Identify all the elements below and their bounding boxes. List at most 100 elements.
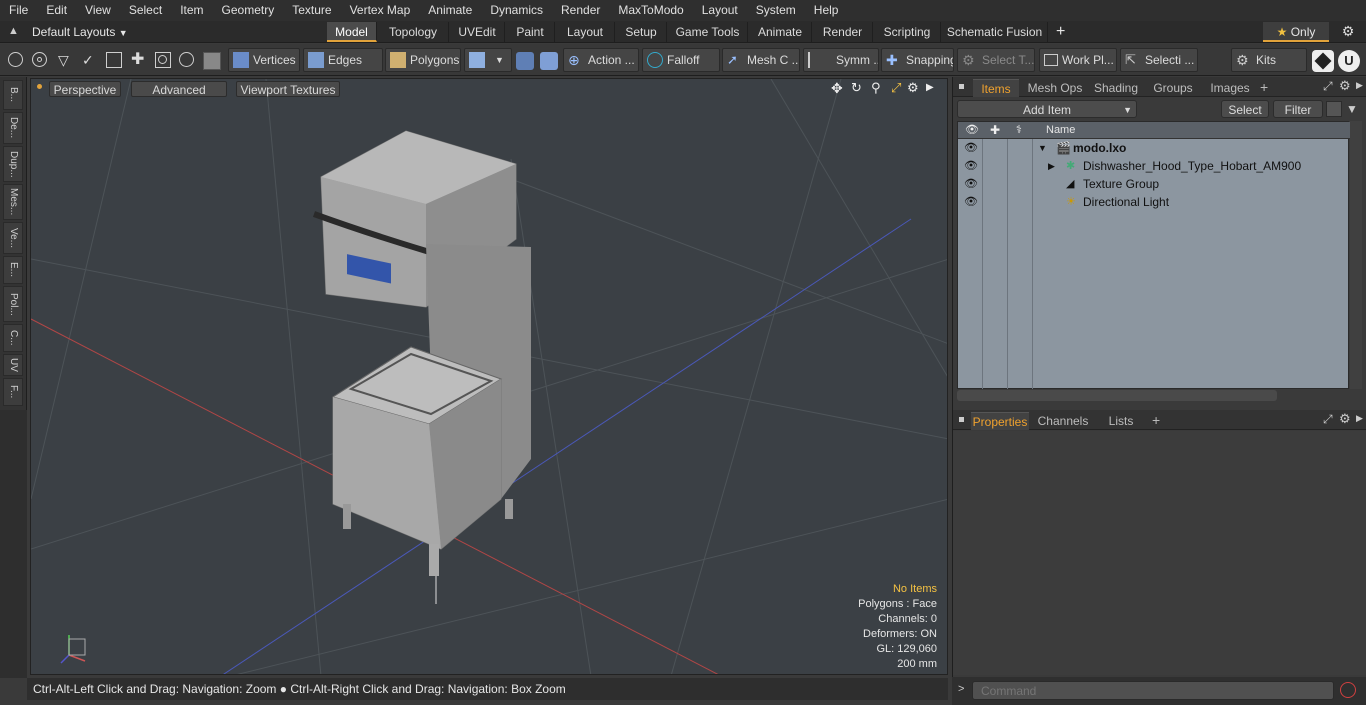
rotate-icon[interactable] [179,52,195,68]
menu-help[interactable]: Help [805,0,848,21]
menu-dynamics[interactable]: Dynamics [481,0,552,21]
zoom-view-icon[interactable]: ⚲ [871,81,885,95]
add-item-button[interactable]: Add Item ▼ [957,100,1137,118]
item-mode-icon[interactable] [203,52,221,70]
left-tab-basic[interactable]: B... [3,80,23,110]
tab-channels[interactable]: Channels [1035,412,1091,430]
tab-schematic-fusion[interactable]: Schematic Fusion [942,22,1048,42]
add-tab-icon[interactable]: + [1056,21,1065,43]
select-through-button[interactable]: ⚙ Select T... [957,48,1035,72]
type-header-icon[interactable]: ⚕ [1016,122,1022,139]
pen-icon[interactable]: ▽ [58,52,72,68]
viewport-gear-icon[interactable]: ⚙ [907,81,921,95]
transform-icon[interactable]: ✚ [131,52,147,68]
menu-render[interactable]: Render [552,0,609,21]
only-toggle[interactable]: ★ Only [1263,22,1329,42]
unity-icon[interactable] [1312,50,1334,72]
tab-topology[interactable]: Topology [378,22,449,42]
polygons-button[interactable]: Polygons [385,48,461,72]
advanced-button[interactable]: Advanced [131,81,227,97]
menu-view[interactable]: View [76,0,120,21]
tab-properties[interactable]: Properties [971,412,1029,430]
name-column-header[interactable]: Name [1046,122,1075,139]
move-view-icon[interactable]: ✥ [831,81,845,95]
eye-icon[interactable]: 👁 [964,193,978,211]
record-icon[interactable] [1340,682,1356,698]
left-tab-mesh-edit[interactable]: Mes... [3,184,23,220]
menu-edit[interactable]: Edit [37,0,76,21]
vertices-button[interactable]: Vertices [228,48,300,72]
tab-mesh-ops[interactable]: Mesh Ops [1023,79,1087,97]
gear-icon[interactable]: ⚙ [1340,23,1356,39]
symmetry-button[interactable]: Symm ... [803,48,879,72]
items-scrollbar[interactable] [1350,121,1362,389]
menu-select[interactable]: Select [120,0,171,21]
view-mode-button[interactable]: Perspective [49,81,121,97]
menu-texture[interactable]: Texture [283,0,340,21]
left-tab-deform[interactable]: De... [3,112,23,144]
tab-animate[interactable]: Animate [749,22,812,42]
3d-viewport[interactable]: Perspective Advanced Viewport Textures ✥… [30,78,948,675]
tab-lists[interactable]: Lists [1099,412,1143,430]
symmetry-shield-icon[interactable] [516,52,534,70]
panel-gear-icon[interactable]: ⚙ [1339,78,1351,94]
menu-system[interactable]: System [747,0,805,21]
kits-button[interactable]: ⚙ Kits [1231,48,1307,72]
items-hscrollbar[interactable] [957,390,1277,401]
eye-icon[interactable]: 👁 [964,157,978,175]
list-item[interactable]: 👁 ▶ ✱ Dishwasher_Hood_Type_Hobart_AM900 [958,157,1350,175]
falloff-button[interactable]: Falloff [642,48,720,72]
menu-animate[interactable]: Animate [419,0,481,21]
tab-images[interactable]: Images [1203,79,1257,97]
globe-icon[interactable] [32,52,48,68]
fit-view-icon[interactable]: ⤢ [891,81,905,95]
eye-icon[interactable]: 👁 [964,139,978,157]
list-item[interactable]: 👁 ◢ Texture Group [958,175,1350,193]
panel-menu-icon[interactable] [959,417,964,422]
menu-item[interactable]: Item [171,0,212,21]
action-center-button[interactable]: ⊕ Action ... [563,48,639,72]
panel-more-icon[interactable]: ▶ [1356,80,1363,91]
tab-scripting[interactable]: Scripting [874,22,941,42]
left-tab-polygon[interactable]: Pol... [3,286,23,322]
tab-model[interactable]: Model [327,22,377,42]
panel-gear-icon[interactable]: ⚙ [1339,411,1351,427]
left-tab-uv[interactable]: UV [3,354,23,376]
rotate-view-icon[interactable]: ↻ [851,81,865,95]
expand-icon[interactable]: ⤢ [1323,79,1333,94]
collapse-icon[interactable]: ▲ [8,25,20,37]
viewport-dot-icon[interactable] [37,84,42,89]
edges-button[interactable]: Edges [303,48,383,72]
circle-select-icon[interactable] [8,52,24,68]
command-input[interactable] [972,681,1334,700]
viewport-textures-button[interactable]: Viewport Textures [236,81,340,97]
lock-header-icon[interactable]: ✚ [990,122,1000,139]
add-tab-icon[interactable]: + [1260,79,1268,95]
left-tab-curve[interactable]: C... [3,324,23,352]
brush-icon[interactable]: ✓ [82,52,98,68]
mesh-constraint-button[interactable]: ➚ Mesh C ... [722,48,800,72]
list-options-icon[interactable] [1326,101,1342,117]
panel-more-icon[interactable]: ▶ [1356,413,1363,424]
shield-icon[interactable] [540,52,558,70]
left-tab-duplicate[interactable]: Dup... [3,146,23,182]
left-tab-edge[interactable]: E... [3,256,23,284]
funnel-icon[interactable]: ▼ [1346,101,1362,117]
tab-items[interactable]: Items [973,79,1019,97]
left-tab-fusion[interactable]: F... [3,378,23,406]
work-plane-button[interactable]: Work Pl... [1039,48,1117,72]
viewport-more-icon[interactable]: ▶ [926,81,938,95]
menu-geometry[interactable]: Geometry [213,0,284,21]
selection-sets-button[interactable]: ⇱ Selecti ... [1120,48,1198,72]
unreal-icon[interactable]: U [1338,50,1360,72]
layout-selector[interactable]: Default Layouts ▼ [32,21,128,43]
visibility-header-icon[interactable]: 👁 [965,122,979,139]
material-button[interactable]: ▼ [464,48,512,72]
tab-shading[interactable]: Shading [1089,79,1143,97]
menu-vertex-map[interactable]: Vertex Map [341,0,420,21]
list-item[interactable]: 👁 ▼ 🎬 modo.lxo [958,139,1350,157]
expand-arrow-icon[interactable]: ▼ [1038,139,1047,157]
eye-icon[interactable]: 👁 [964,175,978,193]
expand-arrow-icon[interactable]: ▶ [1048,157,1055,175]
menu-layout[interactable]: Layout [693,0,747,21]
